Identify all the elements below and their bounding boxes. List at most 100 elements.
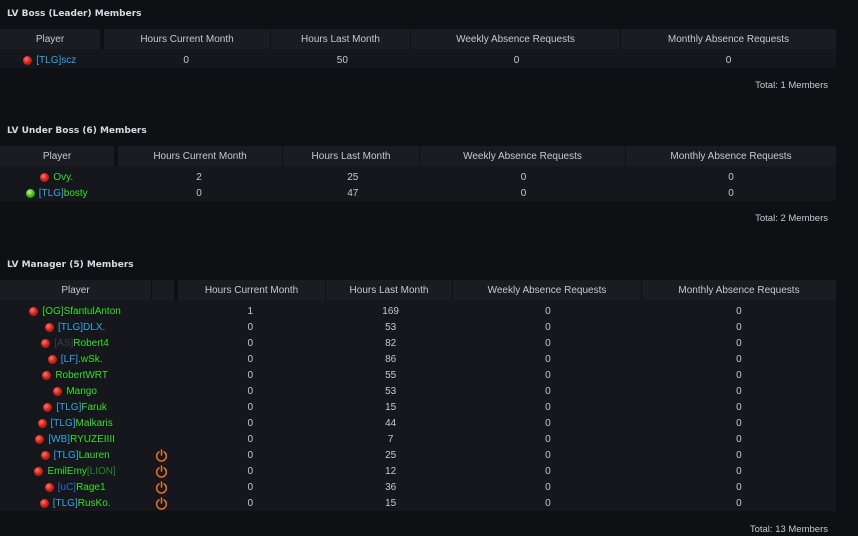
player-cell: [LF].wSk.: [0, 354, 150, 365]
col-hours-last[interactable]: Hours Last Month: [325, 280, 452, 300]
action-cell: [150, 464, 173, 478]
player-cell: [AS]Robert4: [0, 338, 150, 349]
hours-last-cell: 7: [387, 433, 394, 445]
player-cell: [OG]SfantulAnton: [0, 306, 150, 317]
player-cell: RobertWRT: [0, 370, 150, 381]
col-monthly-absence[interactable]: Monthly Absence Requests: [620, 29, 836, 49]
player-cell: [uC]Rage1: [0, 482, 150, 493]
power-icon[interactable]: [155, 496, 168, 510]
weekly-absence-cell: 0: [545, 497, 551, 509]
player-tag: [uC]: [57, 481, 77, 493]
col-hours-current[interactable]: Hours Current Month: [174, 280, 325, 300]
hours-current-cell: 0: [247, 433, 254, 445]
col-hours-current[interactable]: Hours Current Month: [114, 146, 282, 166]
monthly-absence-cell: 0: [736, 497, 742, 509]
power-icon[interactable]: [155, 480, 168, 494]
player-link[interactable]: [TLG]Malkaris: [51, 418, 113, 429]
player-link[interactable]: [WB]RYUZEIIII: [48, 434, 115, 445]
weekly-absence-cell: 0: [545, 385, 551, 397]
col-player[interactable]: Player: [0, 29, 100, 49]
col-monthly-absence[interactable]: Monthly Absence Requests: [641, 280, 836, 300]
player-tag: [TLG]: [36, 54, 62, 66]
hours-last-cell: 44: [385, 417, 397, 429]
table-row: Ovy. 2 25 0 0: [0, 169, 836, 185]
offline-status-icon: [53, 386, 63, 396]
table-body: [TLG]scz 0 50 0 0: [0, 49, 836, 68]
hours-current-cell: 0: [247, 401, 254, 413]
player-cell: [TLG]Lauren: [0, 450, 150, 461]
player-tag: [AS]: [54, 337, 74, 349]
col-weekly-absence[interactable]: Weekly Absence Requests: [419, 146, 625, 166]
hours-last-cell: 55: [385, 369, 397, 381]
player-link[interactable]: RobertWRT: [55, 370, 108, 381]
weekly-absence-cell: 0: [545, 465, 551, 477]
player-link[interactable]: Mango: [66, 386, 97, 397]
offline-status-icon: [42, 370, 52, 380]
action-cell: [150, 448, 173, 462]
weekly-absence-cell: 0: [545, 417, 551, 429]
table-row: [WB]RYUZEIIII 0 7 0 0: [0, 431, 836, 447]
offline-status-icon: [23, 55, 33, 65]
hours-last-cell: 25: [385, 449, 397, 461]
player-link[interactable]: [OG]SfantulAnton: [42, 306, 120, 317]
hours-last-cell: 15: [385, 401, 397, 413]
hours-current-cell: 0: [247, 385, 254, 397]
player-link[interactable]: [LF].wSk.: [61, 354, 103, 365]
player-link[interactable]: [TLG]bosty: [39, 188, 88, 199]
player-cell: [TLG]DLX.: [0, 322, 150, 333]
player-suffix-tag: [LION]: [86, 465, 116, 477]
player-link[interactable]: [AS]Robert4: [54, 338, 108, 349]
monthly-absence-cell: 0: [736, 433, 742, 445]
player-cell: [TLG]scz: [0, 55, 100, 66]
player-link[interactable]: [TLG]DLX.: [58, 322, 105, 333]
player-name: RobertWRT: [55, 369, 108, 381]
col-hours-last[interactable]: Hours Last Month: [282, 146, 419, 166]
offline-status-icon: [40, 172, 50, 182]
col-player[interactable]: Player: [0, 146, 114, 166]
player-link[interactable]: [TLG]scz: [36, 55, 76, 66]
monthly-absence-cell: 0: [736, 449, 742, 461]
player-name: RusKo.: [77, 497, 111, 509]
player-link[interactable]: [TLG]Lauren: [54, 450, 110, 461]
player-name: Malkaris: [75, 417, 113, 429]
section-title-boss: LV Boss (Leader) Members: [7, 9, 142, 19]
offline-status-icon: [35, 434, 45, 444]
power-icon[interactable]: [155, 448, 168, 462]
player-link[interactable]: [TLG]RusKo.: [53, 498, 111, 509]
weekly-absence-cell: 0: [545, 337, 551, 349]
player-tag: [TLG]: [38, 187, 64, 199]
hours-last-cell: 25: [347, 171, 359, 183]
action-cell: [150, 496, 173, 510]
section-title-under-boss: LV Under Boss (6) Members: [7, 126, 147, 136]
table-row: [OG]SfantulAnton 1 169 0 0: [0, 303, 836, 319]
col-hours-current[interactable]: Hours Current Month: [100, 29, 270, 49]
player-tag: [TLG]: [50, 417, 76, 429]
player-link[interactable]: [TLG]Faruk: [56, 402, 107, 413]
col-monthly-absence[interactable]: Monthly Absence Requests: [625, 146, 836, 166]
player-tag: [LF]: [60, 353, 79, 365]
player-link[interactable]: EmilEmy[LION]: [47, 466, 115, 477]
hours-last-cell: 82: [385, 337, 397, 349]
player-link[interactable]: Ovy.: [53, 172, 73, 183]
hours-current-cell: 2: [196, 171, 202, 183]
player-link[interactable]: [uC]Rage1: [58, 482, 106, 493]
action-cell: [150, 480, 173, 494]
under-boss-table: Player Hours Current Month Hours Last Mo…: [0, 146, 836, 201]
offline-status-icon: [41, 338, 51, 348]
monthly-absence-cell: 0: [736, 337, 742, 349]
monthly-absence-cell: 0: [736, 321, 742, 333]
offline-status-icon: [44, 482, 54, 492]
weekly-absence-cell: 0: [513, 54, 520, 66]
hours-last-cell: 169: [382, 305, 399, 317]
col-weekly-absence[interactable]: Weekly Absence Requests: [410, 29, 620, 49]
player-name: Rage1: [76, 481, 106, 493]
col-player[interactable]: Player: [0, 280, 151, 300]
player-name: DLX.: [83, 321, 106, 333]
online-status-icon: [25, 188, 35, 198]
monthly-absence-cell: 0: [728, 171, 734, 183]
power-icon[interactable]: [155, 464, 168, 478]
manager-table: Player Hours Current Month Hours Last Mo…: [0, 280, 836, 511]
col-weekly-absence[interactable]: Weekly Absence Requests: [452, 280, 641, 300]
hours-current-cell: 0: [247, 369, 254, 381]
col-hours-last[interactable]: Hours Last Month: [270, 29, 410, 49]
